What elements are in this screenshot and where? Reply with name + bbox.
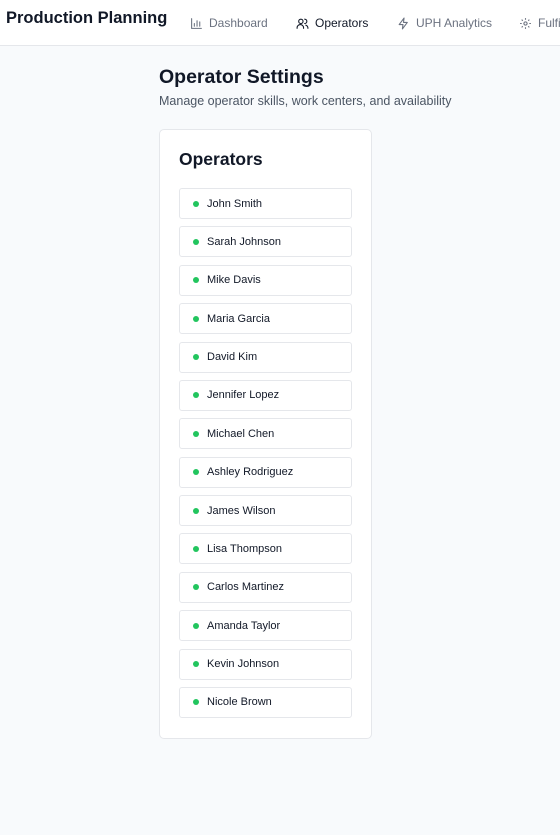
operator-list-item[interactable]: Jennifer Lopez <box>179 379 352 411</box>
status-dot-icon <box>193 430 199 437</box>
operator-list-item[interactable]: John Smith <box>179 188 352 219</box>
operators-card: Operators John Smith Sarah Johnson Mike Da… <box>159 129 372 739</box>
operator-name: Amanda Taylor <box>207 619 281 632</box>
operator-name: Mike Davis <box>207 274 261 287</box>
status-dot-icon <box>193 238 199 245</box>
operator-name: Maria Garcia <box>207 312 270 325</box>
operator-list-item[interactable]: Kevin Johnson <box>179 648 352 680</box>
operator-list-item[interactable]: Nicole Brown <box>179 686 352 718</box>
bar-chart-icon <box>191 17 202 29</box>
page-title: Operator Settings <box>159 66 324 88</box>
operator-name: David Kim <box>207 351 258 363</box>
status-dot-icon <box>193 622 199 629</box>
operator-list-item[interactable]: Ashley Rodriguez <box>179 456 352 488</box>
operator-name: Ashley Rodriguez <box>207 466 294 479</box>
operator-name: Jennifer Lopez <box>207 389 280 402</box>
page-subtitle: Manage operator skills, work centers, an… <box>159 94 452 108</box>
operator-name: Sarah Johnson <box>207 235 281 248</box>
operator-name: Nicole Brown <box>207 696 272 709</box>
tab-uph-analytics-label: UPH Analytics <box>416 16 493 30</box>
status-dot-icon <box>193 315 199 322</box>
operator-name: Lisa Thompson <box>207 542 283 555</box>
operator-name: James Wilson <box>207 504 276 517</box>
operator-list-item[interactable]: Michael Chen <box>179 418 352 450</box>
operator-list: John Smith Sarah Johnson Mike Davis Maria G… <box>179 188 352 718</box>
gear-icon <box>520 17 531 29</box>
status-dot-icon <box>193 507 199 514</box>
operator-name: Michael Chen <box>207 427 275 440</box>
operator-list-item[interactable]: Maria Garcia <box>179 303 352 335</box>
tab-operators[interactable]: Operators <box>296 0 369 45</box>
tab-dashboard-label: Dashboard <box>209 16 268 30</box>
operator-name: Kevin Johnson <box>207 658 280 670</box>
operator-list-item[interactable]: Amanda Taylor <box>179 610 352 642</box>
app-title: Production Planning <box>6 9 168 27</box>
status-dot-icon <box>193 200 199 207</box>
tab-fulfillment-label: Fulfillment <box>538 16 560 30</box>
status-dot-icon <box>193 699 199 706</box>
top-navigation-bar: Production Planning Dashboard Operators … <box>0 0 560 46</box>
status-dot-icon <box>193 354 199 360</box>
operator-name: John Smith <box>207 197 263 210</box>
operator-list-item[interactable]: Mike Davis <box>179 264 352 296</box>
lightning-icon <box>398 17 408 29</box>
status-dot-icon <box>193 661 199 667</box>
status-dot-icon <box>193 277 199 284</box>
operator-list-item[interactable]: Sarah Johnson <box>179 226 352 258</box>
tab-dashboard[interactable]: Dashboard <box>190 0 268 45</box>
tab-operators-label: Operators <box>315 16 369 30</box>
tab-fulfillment[interactable]: Fulfillment <box>519 0 560 45</box>
users-icon <box>296 18 309 29</box>
operator-list-item[interactable]: Lisa Thompson <box>179 533 352 565</box>
operator-list-item[interactable]: Carlos Martinez <box>179 571 352 603</box>
operator-list-item[interactable]: James Wilson <box>179 495 352 526</box>
operators-card-title: Operators <box>179 149 263 169</box>
status-dot-icon <box>193 584 199 591</box>
status-dot-icon <box>193 392 199 399</box>
status-dot-icon <box>193 469 199 476</box>
status-dot-icon <box>193 545 199 552</box>
tab-uph-analytics[interactable]: UPH Analytics <box>397 0 493 45</box>
operator-list-item[interactable]: David Kim <box>179 341 352 373</box>
operator-name: Carlos Martinez <box>207 581 285 594</box>
